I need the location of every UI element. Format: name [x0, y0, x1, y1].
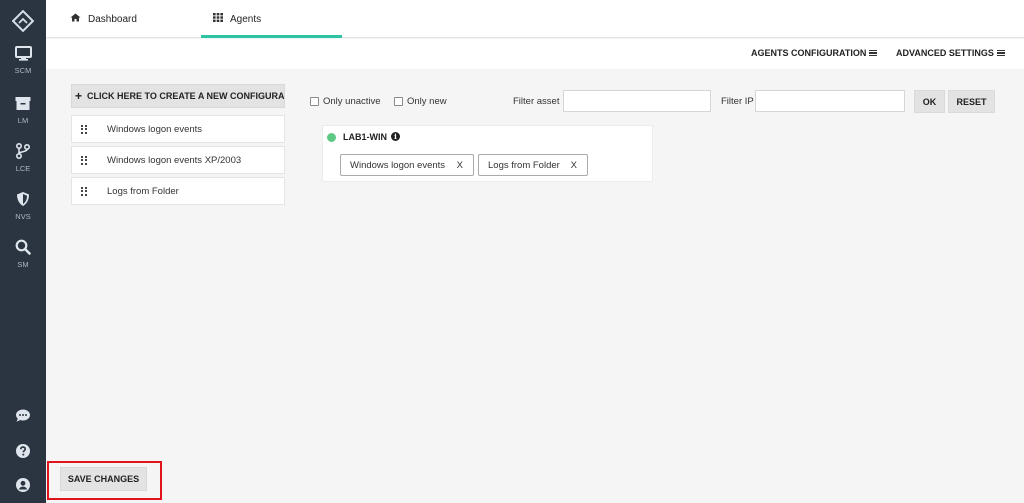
branch-icon — [16, 143, 30, 159]
tab-agents[interactable]: Agents — [213, 0, 261, 38]
only-unactive-checkbox[interactable]: Only unactive — [310, 96, 381, 107]
chip-label: Logs from Folder — [488, 159, 560, 171]
reset-button[interactable]: RESET — [948, 90, 995, 113]
plus-icon: + — [75, 89, 83, 103]
monitor-icon — [14, 46, 32, 61]
create-configuration-label: CLICK HERE TO CREATE A NEW CONFIGURATI — [87, 91, 285, 101]
user-icon[interactable] — [0, 477, 46, 493]
drag-handle-icon[interactable] — [81, 186, 87, 196]
filter-asset-label: Filter asset — [513, 96, 560, 107]
sidebar-item-lce[interactable]: LCE — [0, 143, 46, 173]
sidebar-item-lm[interactable]: LM — [0, 96, 46, 125]
advanced-settings-menu[interactable]: ADVANCED SETTINGS — [896, 48, 1005, 58]
menu-label: ADVANCED SETTINGS — [896, 48, 994, 58]
grid-icon — [213, 13, 230, 25]
archive-icon — [15, 96, 31, 111]
info-icon[interactable]: i — [391, 132, 400, 141]
agents-configuration-menu[interactable]: AGENTS CONFIGURATION — [751, 48, 878, 58]
help-icon[interactable] — [0, 443, 46, 459]
drag-handle-icon[interactable] — [81, 124, 87, 134]
sidebar-item-label: LM — [17, 116, 29, 125]
search-icon — [15, 239, 31, 255]
sidebar-item-label: NVS — [15, 212, 31, 221]
sidebar-item-label: SCM — [14, 66, 32, 75]
tab-bar: Dashboard Agents — [46, 0, 1024, 38]
agent-name: LAB1-WIN — [343, 132, 387, 142]
ok-button[interactable]: OK — [914, 90, 945, 113]
drag-handle-icon[interactable] — [81, 155, 87, 165]
chat-icon[interactable] — [0, 408, 46, 423]
sidebar-item-label: SM — [17, 260, 29, 269]
agent-card: LAB1-WIN i Windows logon events X Logs f… — [322, 125, 653, 182]
menu-label: AGENTS CONFIGURATION — [751, 48, 867, 58]
checkbox-label: Only new — [407, 96, 447, 107]
configuration-label: Windows logon events XP/2003 — [107, 154, 242, 166]
home-icon — [70, 13, 88, 25]
remove-config-button[interactable]: X — [571, 160, 577, 171]
only-new-checkbox[interactable]: Only new — [394, 96, 447, 107]
sidebar-item-scm[interactable]: SCM — [0, 46, 46, 75]
app-logo-icon[interactable] — [11, 9, 35, 33]
config-menu-bar: AGENTS CONFIGURATION ADVANCED SETTINGS — [46, 39, 1024, 69]
save-changes-button[interactable]: SAVE CHANGES — [60, 467, 147, 491]
filter-ip-label: Filter IP — [721, 96, 754, 107]
checkbox-label: Only unactive — [323, 96, 381, 107]
tab-dashboard[interactable]: Dashboard — [70, 0, 137, 38]
sidebar-item-sm[interactable]: SM — [0, 239, 46, 269]
configuration-label: Windows logon events — [107, 123, 203, 135]
tab-label: Dashboard — [88, 13, 137, 25]
status-indicator — [327, 133, 336, 142]
assigned-config-chip[interactable]: Windows logon events X — [340, 154, 474, 176]
hamburger-icon — [869, 49, 878, 57]
filter-asset-input[interactable] — [563, 90, 711, 112]
filter-ip-input[interactable] — [755, 90, 905, 112]
configuration-item[interactable]: Windows logon events XP/2003 — [71, 146, 285, 174]
tab-label: Agents — [230, 13, 262, 25]
create-configuration-button[interactable]: + CLICK HERE TO CREATE A NEW CONFIGURATI — [71, 84, 285, 108]
hamburger-icon — [996, 49, 1005, 57]
remove-config-button[interactable]: X — [457, 160, 463, 171]
configuration-label: Logs from Folder — [107, 185, 179, 197]
checkbox-box[interactable] — [310, 97, 319, 106]
configuration-item[interactable]: Logs from Folder — [71, 177, 285, 205]
configuration-item[interactable]: Windows logon events — [71, 115, 285, 143]
assigned-config-chip[interactable]: Logs from Folder X — [478, 154, 588, 176]
sidebar: SCM LM LCE NVS SM — [0, 0, 46, 503]
active-tab-indicator — [201, 35, 342, 38]
sidebar-item-nvs[interactable]: NVS — [0, 191, 46, 221]
shield-icon — [16, 191, 30, 207]
chip-label: Windows logon events — [350, 159, 446, 171]
sidebar-item-label: LCE — [15, 164, 31, 173]
checkbox-box[interactable] — [394, 97, 403, 106]
